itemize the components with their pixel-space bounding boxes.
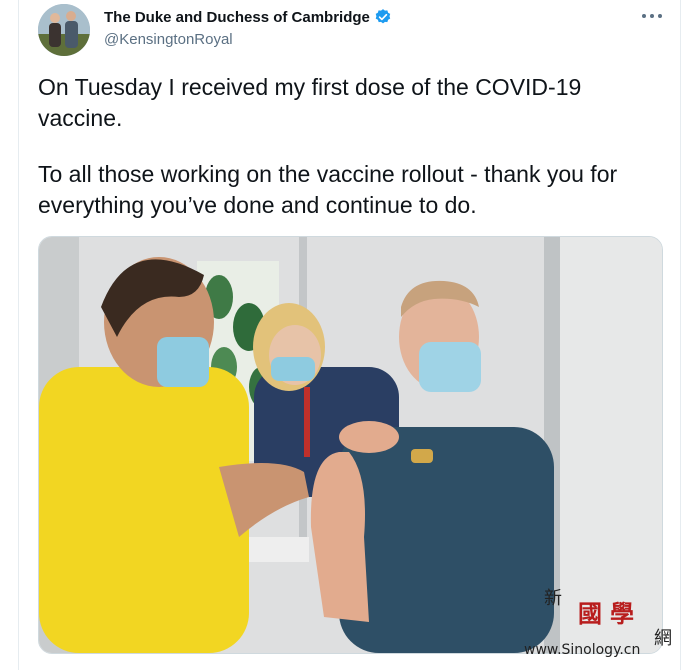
author-name-row[interactable]: The Duke and Duchess of Cambridge (104, 8, 392, 26)
watermark-title: 國學 (578, 599, 642, 628)
author-handle[interactable]: @KensingtonRoyal (104, 31, 233, 48)
avatar-image (38, 4, 90, 56)
author-display-name[interactable]: The Duke and Duchess of Cambridge (104, 9, 370, 26)
more-horizontal-icon[interactable] (640, 4, 664, 26)
watermark-char-1: 新 (544, 588, 562, 609)
watermark-char-3: 網 (654, 628, 672, 649)
tweet-paragraph-1: On Tuesday I received my first dose of t… (38, 74, 582, 131)
tweet-paragraph-2: To all those working on the vaccine roll… (38, 161, 618, 218)
tweet-text: On Tuesday I received my first dose of t… (38, 72, 663, 246)
watermark-url: www.Sinology.cn (524, 642, 641, 658)
watermark: 新 國學 網 www.Sinology.cn (520, 580, 690, 670)
avatar[interactable] (38, 4, 90, 56)
verified-badge-icon (374, 8, 392, 26)
